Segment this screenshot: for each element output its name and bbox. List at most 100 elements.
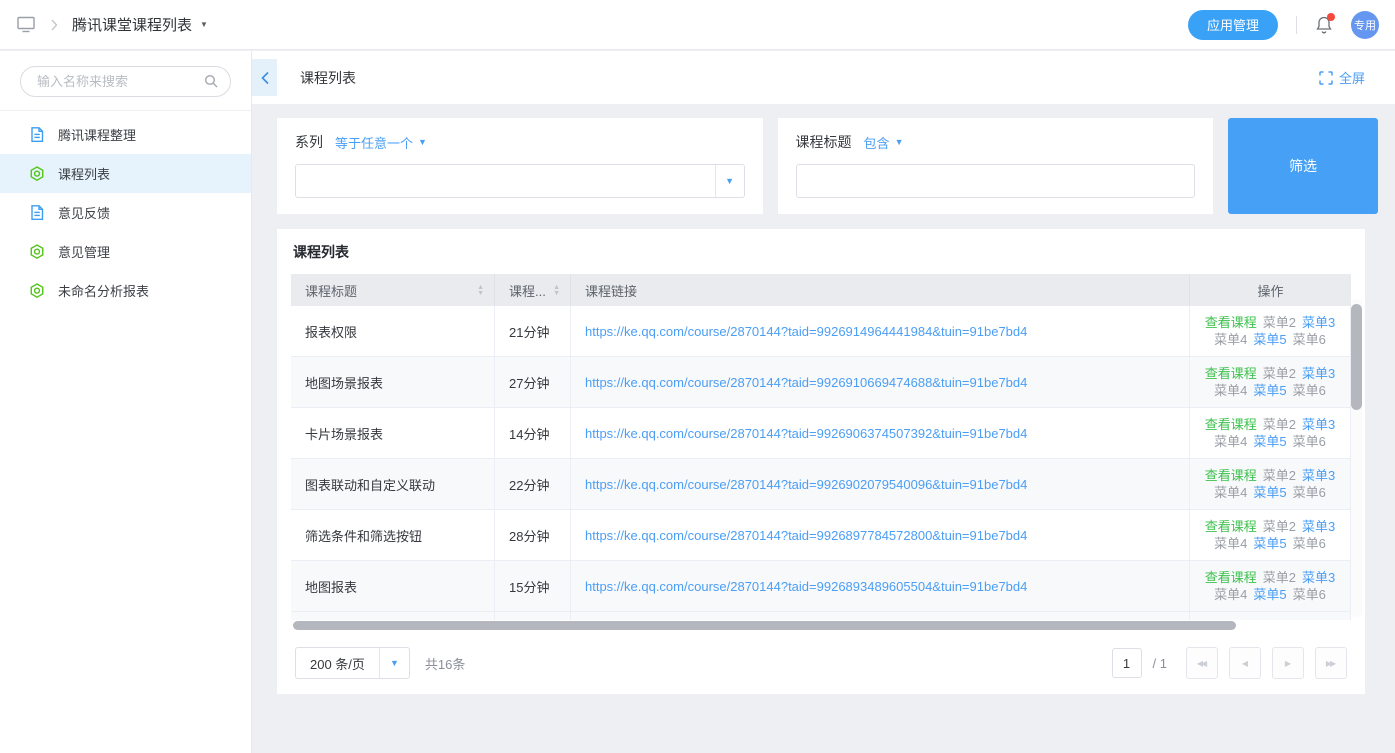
search-icon[interactable] (203, 73, 219, 89)
action-link-1[interactable]: 查看课程 (1205, 570, 1257, 585)
action-link-2[interactable]: 菜单2 (1263, 315, 1296, 330)
notification-icon[interactable] (1315, 15, 1333, 34)
hexagon-icon (29, 243, 45, 260)
course-title-cell: 报表权限 (291, 306, 495, 356)
back-button[interactable] (252, 59, 277, 96)
action-link-2[interactable]: 菜单2 (1263, 468, 1296, 483)
vertical-scrollbar-thumb[interactable] (1351, 304, 1362, 410)
course-link[interactable]: https://ke.qq.com/course/2870144?taid=99… (585, 426, 1027, 441)
breadcrumb[interactable]: 腾讯课堂课程列表 ▼ (72, 14, 208, 35)
breadcrumb-app-icon[interactable] (16, 15, 36, 34)
series-select[interactable]: ▼ (295, 164, 745, 198)
action-link-5[interactable]: 菜单5 (1253, 383, 1286, 398)
sort-icon[interactable]: ▲▼ (553, 285, 560, 296)
avatar[interactable]: 专用 (1351, 11, 1379, 39)
action-link-3[interactable]: 菜单3 (1302, 315, 1335, 330)
horizontal-scrollbar-thumb[interactable] (293, 621, 1236, 630)
course-actions-cell: 查看课程菜单2 菜单3 菜单4 菜单5 菜单6 (1196, 416, 1344, 450)
course-link[interactable]: https://ke.qq.com/course/2870144?taid=99… (585, 375, 1027, 390)
action-link-1[interactable]: 查看课程 (1205, 315, 1257, 330)
course-title-cell: 筛选条件和筛选按钮 (291, 510, 495, 560)
filter-title-operator[interactable]: 包含 ▼ (864, 133, 904, 152)
action-link-4[interactable]: 菜单4 (1214, 587, 1247, 602)
course-link[interactable]: https://ke.qq.com/course/2870144?taid=99… (585, 324, 1027, 339)
action-link-4[interactable]: 菜单4 (1214, 485, 1247, 500)
course-title-cell: 地图场景报表 (291, 357, 495, 407)
action-link-1[interactable]: 查看课程 (1205, 519, 1257, 534)
search-input[interactable] (20, 66, 231, 97)
action-link-6[interactable]: 菜单6 (1293, 485, 1326, 500)
filter-submit-button[interactable]: 筛选 (1228, 118, 1378, 214)
hexagon-icon (29, 282, 45, 299)
action-link-4[interactable]: 菜单4 (1214, 536, 1247, 551)
action-link-3[interactable]: 菜单3 (1302, 570, 1335, 585)
action-link-3[interactable]: 菜单3 (1302, 519, 1335, 534)
document-icon (29, 126, 45, 143)
app-manage-button[interactable]: 应用管理 (1188, 10, 1278, 40)
document-icon (29, 204, 45, 221)
page-size-caret-icon: ▼ (390, 658, 399, 668)
action-link-3[interactable]: 菜单3 (1302, 366, 1335, 381)
course-link[interactable]: https://ke.qq.com/course/2870144?taid=99… (585, 477, 1027, 492)
course-title-input[interactable] (796, 164, 1196, 198)
action-link-4[interactable]: 菜单4 (1214, 332, 1247, 347)
action-link-5[interactable]: 菜单5 (1253, 485, 1286, 500)
action-link-2[interactable]: 菜单2 (1263, 519, 1296, 534)
next-page-button[interactable]: ▶ (1272, 647, 1304, 679)
course-duration-cell: 27分钟 (495, 357, 571, 407)
filter-series-operator[interactable]: 等于任意一个 ▼ (335, 133, 427, 152)
action-link-2[interactable]: 菜单2 (1263, 366, 1296, 381)
table-row: 卡片场景报表 14分钟 https://ke.qq.com/course/287… (291, 408, 1351, 459)
course-link[interactable]: https://ke.qq.com/course/2870144?taid=99… (585, 579, 1027, 594)
filter-course-title: 课程标题 包含 ▼ (778, 118, 1214, 214)
action-link-6[interactable]: 菜单6 (1293, 434, 1326, 449)
table-title: 课程列表 (291, 242, 1351, 262)
table-row: 图表联动和自定义联动 22分钟 https://ke.qq.com/course… (291, 459, 1351, 510)
column-header-link: 课程链接 (585, 281, 637, 300)
action-link-1[interactable]: 查看课程 (1205, 366, 1257, 381)
course-duration-cell: 22分钟 (495, 459, 571, 509)
course-actions-cell: 查看课程菜单2 菜单3 菜单4 菜单5 菜单6 (1196, 314, 1344, 348)
course-actions-cell: 查看课程菜单2 菜单3 菜单4 菜单5 菜单6 (1196, 365, 1344, 399)
action-link-2[interactable]: 菜单2 (1263, 570, 1296, 585)
course-link[interactable]: https://ke.qq.com/course/2870144?taid=99… (585, 528, 1027, 543)
action-link-6[interactable]: 菜单6 (1293, 587, 1326, 602)
course-title-cell: 地图报表 (291, 561, 495, 611)
filter-series-label: 系列 (295, 132, 323, 152)
action-link-5[interactable]: 菜单5 (1253, 587, 1286, 602)
action-link-5[interactable]: 菜单5 (1253, 536, 1286, 551)
total-pages: / 1 (1153, 656, 1167, 671)
breadcrumb-separator-icon (50, 19, 58, 31)
last-page-button[interactable]: ▶▶ (1315, 647, 1347, 679)
sort-icon[interactable]: ▲▼ (477, 285, 484, 296)
action-link-6[interactable]: 菜单6 (1293, 332, 1326, 347)
page-size-select[interactable]: 200 条/页 ▼ (295, 647, 410, 679)
action-link-3[interactable]: 菜单3 (1302, 468, 1335, 483)
previous-page-button[interactable]: ◀ (1229, 647, 1261, 679)
sidebar-item[interactable]: 未命名分析报表 (0, 271, 251, 310)
horizontal-scrollbar[interactable] (291, 621, 1351, 630)
first-page-button[interactable]: ◀◀ (1186, 647, 1218, 679)
sidebar-menu: 腾讯课程整理 课程列表 意见反馈 意见管理 未命名分析报表 (0, 111, 251, 310)
action-link-2[interactable]: 菜单2 (1263, 417, 1296, 432)
select-caret-icon: ▼ (725, 176, 734, 186)
action-link-6[interactable]: 菜单6 (1293, 383, 1326, 398)
sidebar-item[interactable]: 腾讯课程整理 (0, 115, 251, 154)
action-link-1[interactable]: 查看课程 (1205, 417, 1257, 432)
sidebar-item[interactable]: 意见反馈 (0, 193, 251, 232)
vertical-scrollbar[interactable] (1351, 299, 1362, 617)
action-link-6[interactable]: 菜单6 (1293, 536, 1326, 551)
action-link-4[interactable]: 菜单4 (1214, 383, 1247, 398)
action-link-4[interactable]: 菜单4 (1214, 434, 1247, 449)
sidebar-item[interactable]: 意见管理 (0, 232, 251, 271)
sidebar-item[interactable]: 课程列表 (0, 154, 251, 193)
dropdown-caret-icon: ▼ (418, 137, 427, 147)
sidebar-item-label: 腾讯课程整理 (58, 125, 136, 144)
action-link-5[interactable]: 菜单5 (1253, 434, 1286, 449)
action-link-5[interactable]: 菜单5 (1253, 332, 1286, 347)
action-link-1[interactable]: 查看课程 (1205, 468, 1257, 483)
action-link-3[interactable]: 菜单3 (1302, 417, 1335, 432)
sidebar-item-label: 课程列表 (58, 164, 110, 183)
fullscreen-button[interactable]: 全屏 (1319, 68, 1365, 87)
current-page-input[interactable] (1112, 648, 1142, 678)
